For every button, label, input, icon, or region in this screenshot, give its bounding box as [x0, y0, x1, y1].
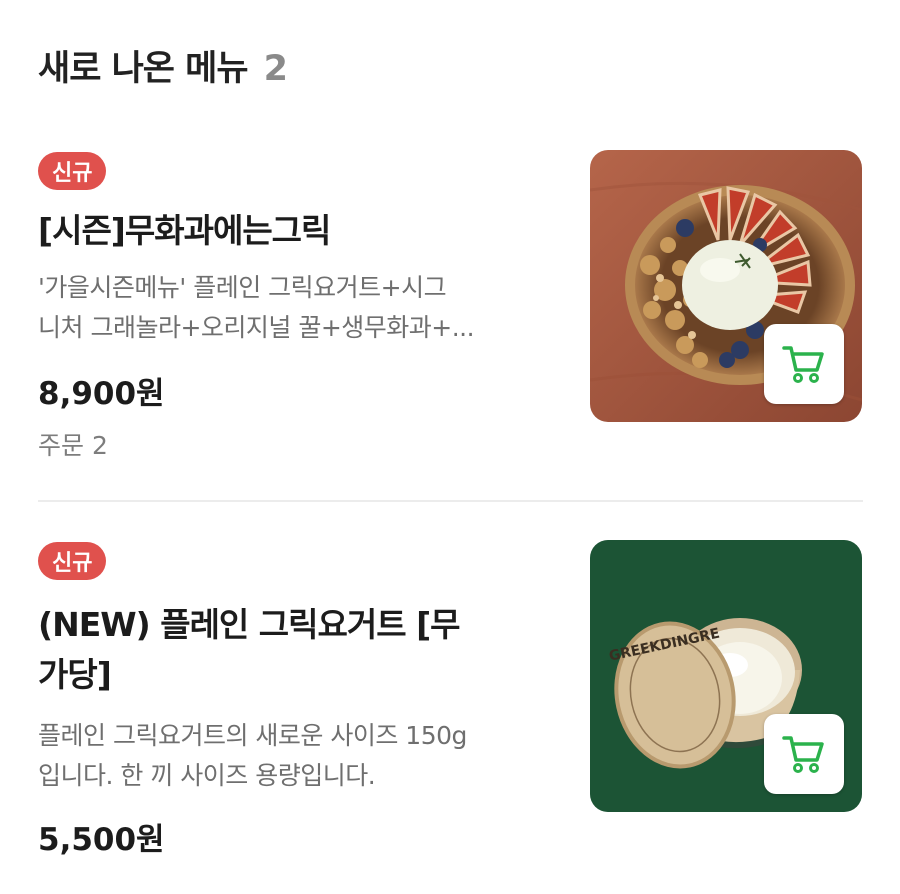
cart-icon — [782, 346, 824, 383]
item-description-line: '가을시즌메뉴' 플레인 그릭요거트+시그 — [38, 273, 447, 302]
item-description-line: 입니다. 한 끼 사이즈 용량입니다. — [38, 761, 376, 790]
item-image[interactable]: GREEKDINGRE — [590, 540, 862, 812]
new-badge: 신규 — [38, 152, 107, 190]
section-title: 새로 나온 메뉴 — [38, 49, 249, 89]
section-header: 새로 나온 메뉴 2 — [38, 40, 288, 91]
item-price: 5,500원 — [38, 822, 165, 858]
item-description: 플레인 그릭요거트의 새로운 사이즈 150g 입니다. 한 끼 사이즈 용량입… — [38, 716, 548, 796]
add-to-cart-button[interactable] — [764, 324, 844, 404]
item-order-count: 주문 2 — [38, 431, 108, 460]
add-to-cart-button[interactable] — [764, 714, 844, 794]
new-badge: 신규 — [38, 542, 107, 580]
item-description-line: 플레인 그릭요거트의 새로운 사이즈 150g — [38, 721, 467, 750]
item-price: 8,900원 — [38, 376, 165, 412]
item-description: '가을시즌메뉴' 플레인 그릭요거트+시그 니처 그래놀라+오리지널 꿀+생무화… — [38, 268, 548, 348]
item-title-line: (NEW) 플레인 그릭요거트 [무 — [38, 605, 461, 644]
item-title-line: 가당] — [38, 655, 112, 694]
item-title: [시즌]무화과에는그릭 — [38, 211, 331, 250]
section-count: 2 — [263, 49, 288, 89]
cart-icon — [782, 736, 824, 773]
item-image[interactable] — [590, 150, 862, 422]
item-title: (NEW) 플레인 그릭요거트 [무 가당] — [38, 600, 528, 700]
divider — [38, 500, 863, 502]
item-description-line: 니처 그래놀라+오리지널 꿀+생무화과+... — [38, 313, 475, 342]
